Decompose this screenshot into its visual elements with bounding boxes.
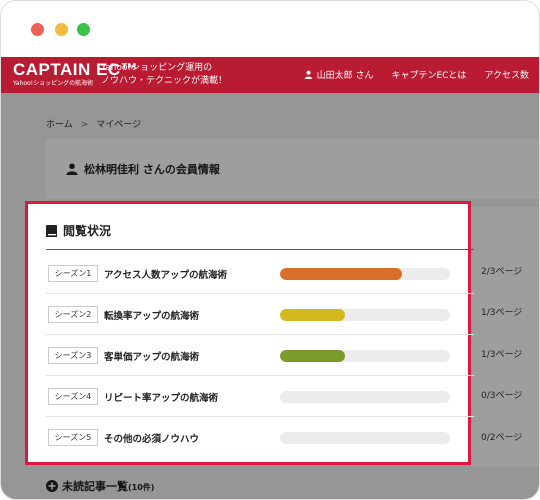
progress-bar	[280, 432, 450, 444]
season-tag: シーズン2	[48, 306, 98, 323]
close-window-button[interactable]	[31, 23, 44, 36]
season-title: その他の必須ノウハウ	[104, 434, 200, 445]
season-row-5[interactable]: シーズン5 その他の必須ノウハウ	[46, 417, 474, 458]
pages-read-1: 2/3ページ	[481, 267, 523, 277]
header-nav: 山田太郎 さん キャプテンECとは アクセス数	[304, 68, 529, 81]
season-row-1[interactable]: シーズン1 アクセス人数アップの航海術	[46, 253, 474, 294]
reading-status-panel: 閲覧状況 シーズン1 アクセス人数アップの航海術 シーズン2 転換率アップの航海…	[25, 201, 474, 465]
panel-divider	[46, 249, 474, 250]
tagline-line1: Yahoo!ショッピング運用の	[101, 63, 213, 73]
minimize-window-button[interactable]	[55, 23, 68, 36]
reading-status-title-text: 閲覧状況	[63, 224, 112, 238]
season-row-2[interactable]: シーズン2 転換率アップの航海術	[46, 294, 474, 335]
progress-bar	[280, 391, 450, 403]
pages-read-5: 0/2ページ	[481, 433, 523, 443]
site-header: CAPTAIN EC™ Yahoo!ショッピングの航海術 Yahoo!ショッピン…	[1, 57, 539, 93]
progress-bar	[280, 350, 450, 362]
user-icon	[304, 70, 312, 79]
user-menu[interactable]: 山田太郎 さん	[304, 68, 374, 81]
pages-read-2: 1/3ページ	[481, 308, 523, 318]
nav-about-link[interactable]: キャプテンECとは	[391, 68, 466, 81]
reading-status-title: 閲覧状況	[46, 222, 111, 239]
site-tagline: Yahoo!ショッピング運用の ノウハウ・テクニックが満載！	[101, 62, 227, 88]
book-icon	[46, 225, 57, 237]
user-name: 山田太郎 さん	[316, 71, 374, 81]
progress-bar	[280, 268, 450, 280]
season-row-4[interactable]: シーズン4 リピート率アップの航海術	[46, 376, 474, 417]
season-tag: シーズン1	[48, 265, 98, 282]
browser-window: CAPTAIN EC™ Yahoo!ショッピングの航海術 Yahoo!ショッピン…	[0, 0, 540, 500]
tagline-line2: ノウハウ・テクニックが満載！	[101, 76, 228, 86]
progress-bar-fill	[280, 268, 403, 280]
season-tag: シーズン4	[48, 388, 98, 405]
season-row-3[interactable]: シーズン3 客単価アップの航海術	[46, 335, 474, 376]
season-title: リピート率アップの航海術	[104, 393, 219, 404]
season-title: アクセス人数アップの航海術	[104, 270, 228, 281]
pages-read-3: 1/3ページ	[481, 350, 523, 360]
season-tag: シーズン5	[48, 429, 98, 446]
window-titlebar	[1, 1, 539, 57]
nav-access-link[interactable]: アクセス数	[484, 68, 529, 81]
season-tag: シーズン3	[48, 347, 98, 364]
maximize-window-button[interactable]	[77, 23, 90, 36]
season-title: 転換率アップの航海術	[104, 311, 200, 322]
progress-bar-fill	[280, 350, 345, 362]
progress-bar	[280, 309, 450, 321]
season-title: 客単価アップの航海術	[104, 352, 200, 363]
pages-read-4: 0/3ページ	[481, 391, 523, 401]
progress-bar-fill	[280, 309, 345, 321]
